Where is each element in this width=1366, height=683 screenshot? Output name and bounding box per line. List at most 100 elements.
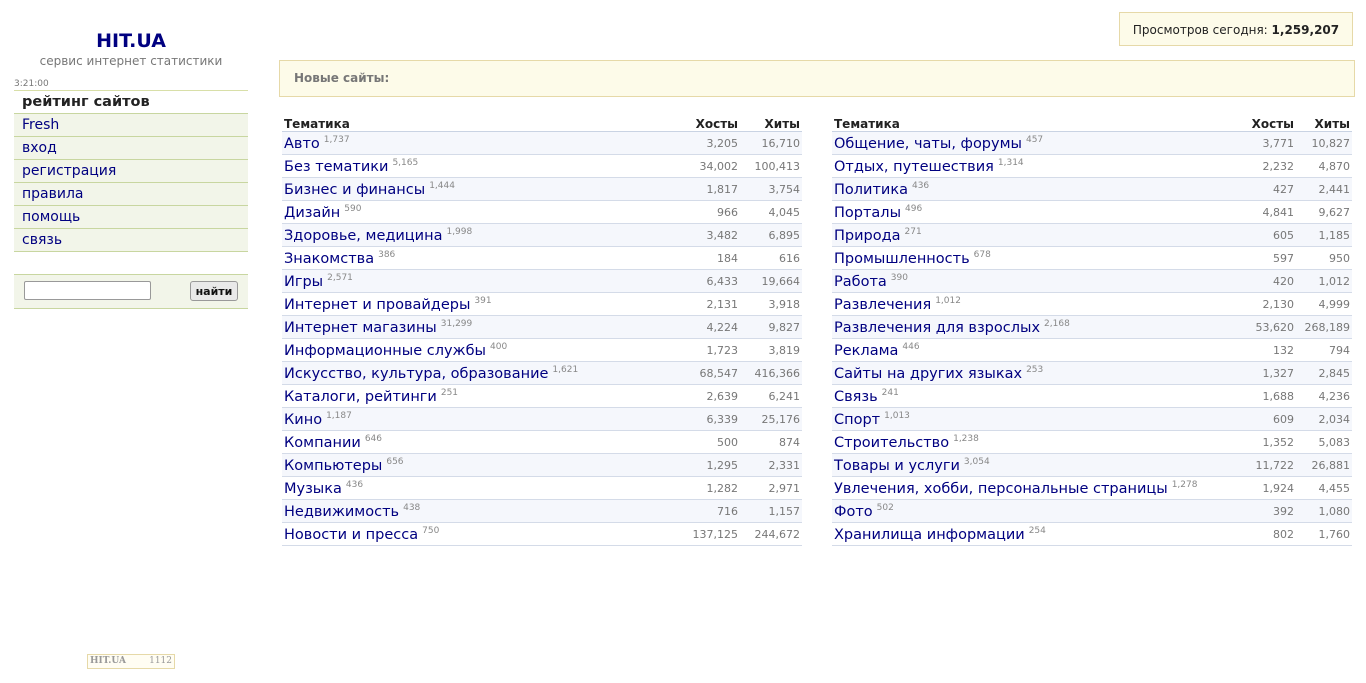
site-count: 1,314 <box>997 157 1024 168</box>
topic-link[interactable]: Порталы <box>834 205 901 221</box>
menu-item[interactable]: правила <box>14 183 248 206</box>
topic-link[interactable]: Информационные службы <box>284 343 486 359</box>
topic-cell: Развлечения для взрослых 2,168 <box>832 315 1232 339</box>
topic-link[interactable]: Недвижимость <box>284 504 399 520</box>
topic-link[interactable]: Музыка <box>284 481 342 497</box>
hosts-cell: 1,688 <box>1232 384 1296 408</box>
topic-cell: Авто 1,737 <box>282 131 676 155</box>
hits-cell: 3,819 <box>740 338 802 362</box>
topic-link[interactable]: Здоровье, медицина <box>284 228 442 244</box>
topic-link[interactable]: Без тематики <box>284 159 388 175</box>
topic-link[interactable]: Работа <box>834 274 887 290</box>
menu-item[interactable]: помощь <box>14 206 248 229</box>
menu-item[interactable]: связь <box>14 229 248 252</box>
hosts-cell: 427 <box>1232 177 1296 201</box>
site-count: 1,737 <box>323 134 350 145</box>
topic-link[interactable]: Строительство <box>834 435 949 451</box>
topic-link[interactable]: Спорт <box>834 412 880 428</box>
hosts-cell: 34,002 <box>676 154 740 178</box>
site-logo[interactable]: HIT.UA <box>14 30 248 52</box>
topic-link[interactable]: Интернет и провайдеры <box>284 297 470 313</box>
hits-cell: 100,413 <box>740 154 802 178</box>
menu-item[interactable]: регистрация <box>14 160 248 183</box>
topic-cell: Товары и услуги 3,054 <box>832 453 1232 477</box>
topic-link[interactable]: Бизнес и финансы <box>284 182 425 198</box>
table-row: Порталы 496 4,841 9,627 <box>832 200 1352 224</box>
hosts-cell: 1,295 <box>676 453 740 477</box>
site-count: 1,444 <box>429 180 455 191</box>
table-row: Искусство, культура, образование 1,621 68,… <box>282 361 802 385</box>
hit-counter-badge[interactable]: HIT.UA 1112 <box>87 654 175 669</box>
topic-link[interactable]: Компании <box>284 435 361 451</box>
topic-cell: Кино 1,187 <box>282 407 676 431</box>
topic-link[interactable]: Дизайн <box>284 205 340 221</box>
topic-link[interactable]: Сайты на других языках <box>834 366 1022 382</box>
topic-link[interactable]: Природа <box>834 228 901 244</box>
topic-link[interactable]: Интернет магазины <box>284 320 437 336</box>
topic-link[interactable]: Каталоги, рейтинги <box>284 389 437 405</box>
topic-link[interactable]: Хранилища информации <box>834 527 1025 543</box>
table-row: Знакомства 386 184 616 <box>282 246 802 270</box>
site-tagline: сервис интернет статистики <box>39 54 223 68</box>
topic-link[interactable]: Товары и услуги <box>834 458 960 474</box>
main-menu: рейтинг сайтов Fresh вход регистрация правил… <box>14 90 248 252</box>
menu-item[interactable]: вход <box>14 137 248 160</box>
hits-cell: 26,881 <box>1296 453 1352 477</box>
hits-cell: 9,627 <box>1296 200 1352 224</box>
topic-link[interactable]: Фото <box>834 504 873 520</box>
site-count: 496 <box>905 203 923 214</box>
topic-link[interactable]: Отдых, путешествия <box>834 159 994 175</box>
hits-cell: 2,845 <box>1296 361 1352 385</box>
menu-item[interactable]: Fresh <box>14 114 248 137</box>
search-form: найти <box>14 274 248 309</box>
table-row: Фото 502 392 1,080 <box>832 499 1352 523</box>
topic-link[interactable]: Кино <box>284 412 322 428</box>
hosts-cell: 2,232 <box>1232 154 1296 178</box>
topic-link[interactable]: Развлечения для взрослых <box>834 320 1040 336</box>
search-button[interactable]: найти <box>190 281 238 301</box>
topic-cell: Строительство 1,238 <box>832 430 1232 454</box>
site-count: 436 <box>345 479 364 490</box>
topic-link[interactable]: Реклама <box>834 343 898 359</box>
table-row: Игры 2,571 6,433 19,664 <box>282 269 802 293</box>
topic-link[interactable]: Новости и пресса <box>284 527 418 543</box>
topic-link[interactable]: Знакомства <box>284 251 374 267</box>
hits-cell: 1,185 <box>1296 223 1352 247</box>
topic-link[interactable]: Искусство, культура, образование <box>284 366 548 382</box>
table-row: Работа 390 420 1,012 <box>832 269 1352 293</box>
topic-link[interactable]: Политика <box>834 182 908 198</box>
table-row: Природа 271 605 1,185 <box>832 223 1352 247</box>
hits-cell: 3,918 <box>740 292 802 316</box>
topic-cell: Реклама 446 <box>832 338 1232 362</box>
sidebar: HIT.UA сервис интернет статистики 3:21:0… <box>14 28 248 309</box>
hits-cell: 616 <box>740 246 802 270</box>
topic-link[interactable]: Промышленность <box>834 251 970 267</box>
views-today-box: Просмотров сегодня: 1,259,207 <box>1119 12 1353 46</box>
search-input[interactable] <box>24 281 151 300</box>
site-count: 251 <box>440 387 459 398</box>
hits-cell: 268,189 <box>1296 315 1352 339</box>
topic-link[interactable]: Компьютеры <box>284 458 382 474</box>
topic-link[interactable]: Увлечения, хобби, персональные страницы <box>834 481 1168 497</box>
topic-cell: Интернет и провайдеры 391 <box>282 292 676 316</box>
table-row: Развлечения для взрослых 2,168 53,620 268,1… <box>832 315 1352 339</box>
hosts-cell: 3,482 <box>676 223 740 247</box>
topic-link[interactable]: Развлечения <box>834 297 931 313</box>
site-count: 3,054 <box>963 456 990 467</box>
topic-link[interactable]: Игры <box>284 274 323 290</box>
table-row: Интернет магазины 31,299 4,224 9,827 <box>282 315 802 339</box>
menu-item[interactable]: рейтинг сайтов <box>14 91 248 114</box>
column-header-topic: Тематика <box>282 110 676 132</box>
site-count: 457 <box>1025 134 1044 145</box>
hits-cell: 244,672 <box>740 522 802 546</box>
topic-cell: Спорт 1,013 <box>832 407 1232 431</box>
table-row: Развлечения 1,012 2,130 4,999 <box>832 292 1352 316</box>
topic-link[interactable]: Общение, чаты, форумы <box>834 136 1022 152</box>
new-sites-label: Новые сайты: <box>294 71 390 85</box>
table-row: Строительство 1,238 1,352 5,083 <box>832 430 1352 454</box>
site-count: 446 <box>902 341 920 352</box>
topics-table-left: Тематика Хосты Хиты Авто 1,737 3,205 16,710… <box>282 110 802 546</box>
topic-link[interactable]: Связь <box>834 389 878 405</box>
site-count: 1,998 <box>446 226 473 237</box>
topic-link[interactable]: Авто <box>284 136 320 152</box>
